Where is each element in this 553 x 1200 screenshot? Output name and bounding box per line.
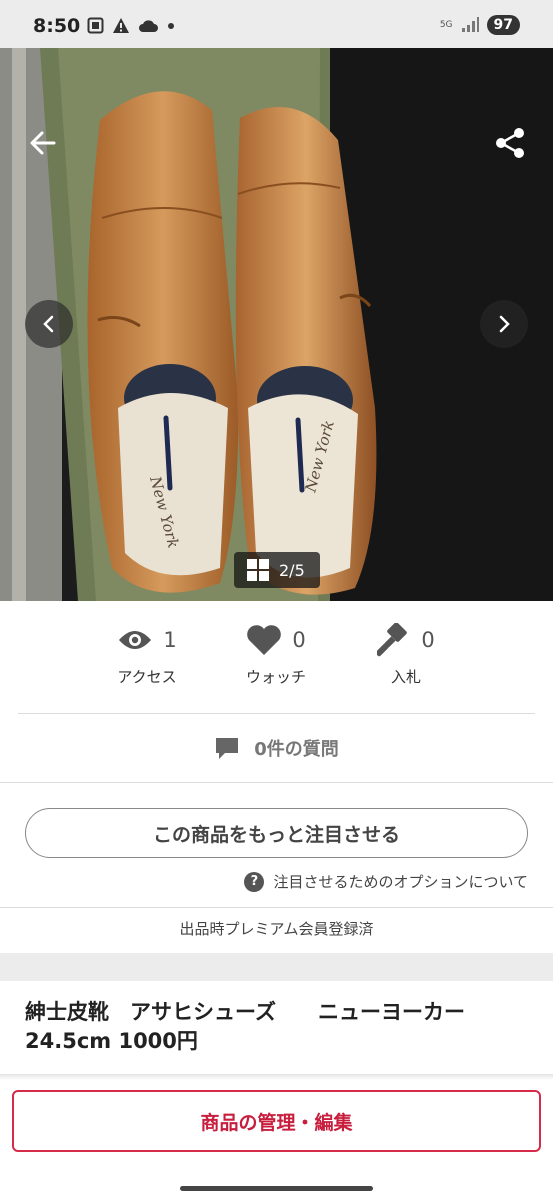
chevron-left-icon (43, 315, 54, 333)
watch-label: ウォッチ (245, 668, 306, 686)
status-time: 8:50 (33, 15, 81, 37)
system-nav-bar (0, 1170, 553, 1200)
access-count: 1 (163, 628, 177, 652)
dot-icon (168, 22, 174, 29)
status-bar: 8:50 5G 97 (0, 0, 553, 48)
access-stat: 1 アクセス (97, 618, 197, 687)
share-button[interactable] (493, 126, 527, 160)
bids-count: 0 (421, 628, 435, 652)
gavel-icon (377, 623, 408, 657)
divider (0, 782, 553, 783)
home-indicator[interactable] (180, 1186, 373, 1191)
eye-icon (119, 631, 152, 649)
promote-help-label: 注目させるためのオプションについて (273, 873, 528, 891)
watch-count: 0 (292, 628, 306, 652)
warning-icon (113, 18, 129, 33)
cloud-icon (139, 19, 158, 32)
previous-photo-button[interactable] (25, 300, 73, 348)
share-icon (496, 128, 524, 158)
status-notifications (87, 17, 176, 34)
help-icon: ? (244, 871, 265, 892)
back-button[interactable] (26, 126, 60, 160)
questions-link[interactable]: 0件の質問 (0, 728, 553, 768)
item-stats: 1 アクセス 0 ウォッチ 0 入札 (0, 618, 553, 708)
watch-stat[interactable]: 0 ウォッチ (226, 618, 326, 687)
grid-icon (247, 559, 269, 581)
access-label: アクセス (117, 668, 177, 686)
promote-button[interactable]: この商品をもっと注目させる (25, 808, 528, 858)
divider (0, 907, 553, 908)
section-separator (0, 953, 553, 981)
next-photo-button[interactable] (480, 300, 528, 348)
comment-icon (216, 738, 239, 759)
promote-help-link[interactable]: ? 注目させるためのオプションについて (244, 871, 528, 892)
signal-icon (461, 17, 479, 32)
status-system: 5G 97 (440, 15, 520, 35)
photo-page-indicator[interactable]: 2/5 (234, 552, 320, 588)
questions-label: 0件の質問 (254, 739, 339, 760)
shoes-image: New York New York (0, 48, 553, 601)
arrow-left-icon (30, 131, 56, 155)
bids-label: 入札 (390, 668, 421, 686)
heart-icon (247, 625, 282, 655)
photo-page-count: 2/5 (279, 560, 305, 580)
product-photo[interactable]: New York New York 2/5 (0, 48, 553, 601)
screenshot-icon (87, 17, 104, 34)
premium-note: 出品時プレミアム会員登録済 (179, 920, 374, 938)
chevron-right-icon (499, 315, 510, 333)
item-title: 紳士皮靴 アサヒシューズ ニューヨーカー 24.5cm 1000円 (25, 1000, 465, 1053)
bids-stat: 0 入札 (356, 618, 456, 687)
manage-edit-button[interactable]: 商品の管理・編集 (12, 1090, 541, 1152)
battery-badge: 97 (486, 15, 520, 35)
divider (18, 713, 535, 714)
action-bar-shadow (0, 1074, 553, 1080)
network-label: 5G (439, 19, 453, 30)
